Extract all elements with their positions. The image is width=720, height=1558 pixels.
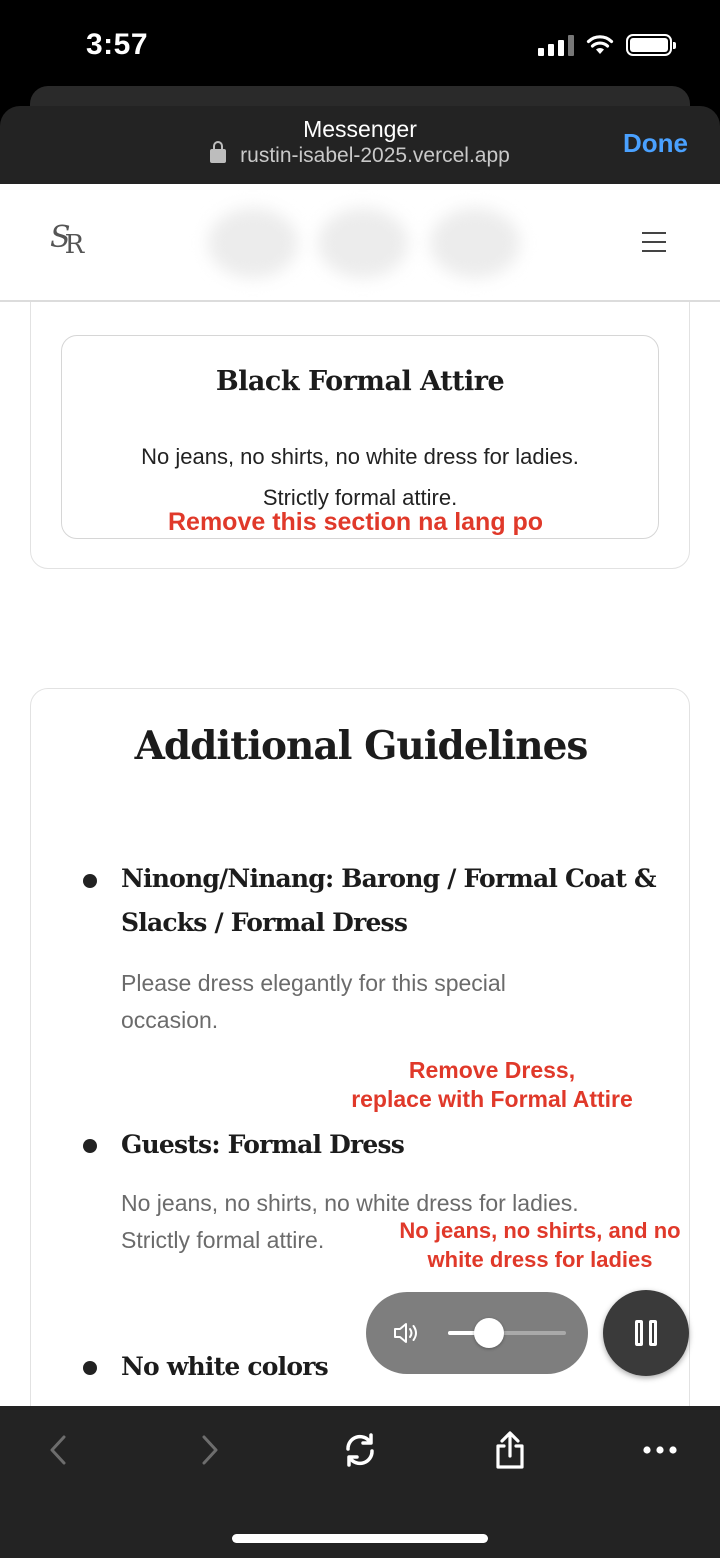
annotation-no-jeans: No jeans, no shirts, and no white dress …	[388, 1216, 692, 1274]
back-icon	[50, 1435, 66, 1465]
pause-icon	[649, 1320, 657, 1346]
battery-icon	[626, 34, 676, 56]
browser-title: Messenger	[303, 116, 417, 142]
bullet-icon	[83, 1361, 97, 1375]
status-icons	[538, 34, 676, 56]
annotation-line: replace with Formal Attire	[351, 1086, 633, 1112]
speaker-icon[interactable]	[392, 1320, 420, 1346]
web-page[interactable]: SR Black Formal Attire No jeans, no shir…	[0, 184, 720, 1406]
back-button[interactable]	[28, 1420, 88, 1480]
attire-desc-line: No jeans, no shirts, no white dress for …	[141, 444, 579, 469]
reload-icon	[346, 1433, 374, 1467]
volume-slider[interactable]	[448, 1318, 566, 1348]
browser-header: Messenger rustin-isabel-2025.vercel.app …	[0, 106, 720, 184]
wifi-icon	[586, 35, 614, 54]
lock-icon	[210, 141, 227, 163]
status-time: 3:57	[86, 28, 149, 61]
annotation-line: white dress for ladies	[427, 1247, 653, 1272]
volume-slider-knob[interactable]	[474, 1318, 505, 1348]
browser-toolbar	[0, 1406, 720, 1558]
pause-icon	[635, 1320, 643, 1346]
heading-line: Ninong/Ninang: Barong / Formal Coat &	[121, 864, 657, 893]
forward-button[interactable]	[180, 1420, 240, 1480]
pause-button[interactable]	[603, 1290, 689, 1376]
bullet-icon	[83, 1139, 97, 1153]
guidelines-card: Additional Guidelines Ninong/Ninang: Bar…	[30, 688, 690, 1406]
guideline-item-description: Please dress elegantly for this special …	[121, 965, 641, 1039]
url-text: rustin-isabel-2025.vercel.app	[240, 144, 510, 167]
reload-button[interactable]	[330, 1420, 390, 1480]
cellular-signal-icon	[538, 34, 574, 56]
audio-volume-control	[366, 1292, 588, 1374]
blurred-nav-item	[318, 208, 408, 278]
share-button[interactable]	[480, 1420, 540, 1480]
status-bar: 3:57	[0, 0, 720, 100]
hamburger-menu-icon[interactable]	[642, 232, 666, 252]
blurred-nav-item	[208, 208, 298, 278]
annotation-line: Remove Dress,	[408, 1057, 576, 1083]
description-line: Please dress elegantly for this special	[121, 970, 506, 996]
annotation-remove-section: Remove this section na lang po	[168, 508, 544, 536]
home-indicator	[232, 1534, 488, 1543]
more-icon	[643, 1446, 677, 1454]
attire-description: No jeans, no shirts, no white dress for …	[62, 436, 658, 518]
heading-line: Slacks / Formal Dress	[121, 908, 408, 937]
guideline-item-heading: Guests: Formal Dress	[121, 1130, 405, 1159]
description-line: occasion.	[121, 1007, 219, 1033]
attire-title: Black Formal Attire	[215, 366, 505, 397]
blurred-nav-item	[430, 208, 520, 278]
done-button[interactable]: Done	[623, 128, 688, 159]
guidelines-title: Additional Guidelines	[134, 723, 589, 769]
site-navbar: SR	[0, 184, 720, 302]
browser-url[interactable]: rustin-isabel-2025.vercel.app	[0, 141, 720, 168]
site-logo[interactable]: SR	[50, 220, 84, 260]
annotation-line: No jeans, no shirts, and no	[399, 1218, 681, 1243]
annotation-replace-dress: Remove Dress, replace with Formal Attire	[310, 1056, 674, 1114]
bullet-icon	[83, 874, 97, 888]
more-button[interactable]	[630, 1420, 690, 1480]
guideline-item-heading: Ninong/Ninang: Barong / Formal Coat & Sl…	[121, 857, 661, 945]
forward-icon	[202, 1435, 218, 1465]
share-icon	[496, 1431, 524, 1469]
